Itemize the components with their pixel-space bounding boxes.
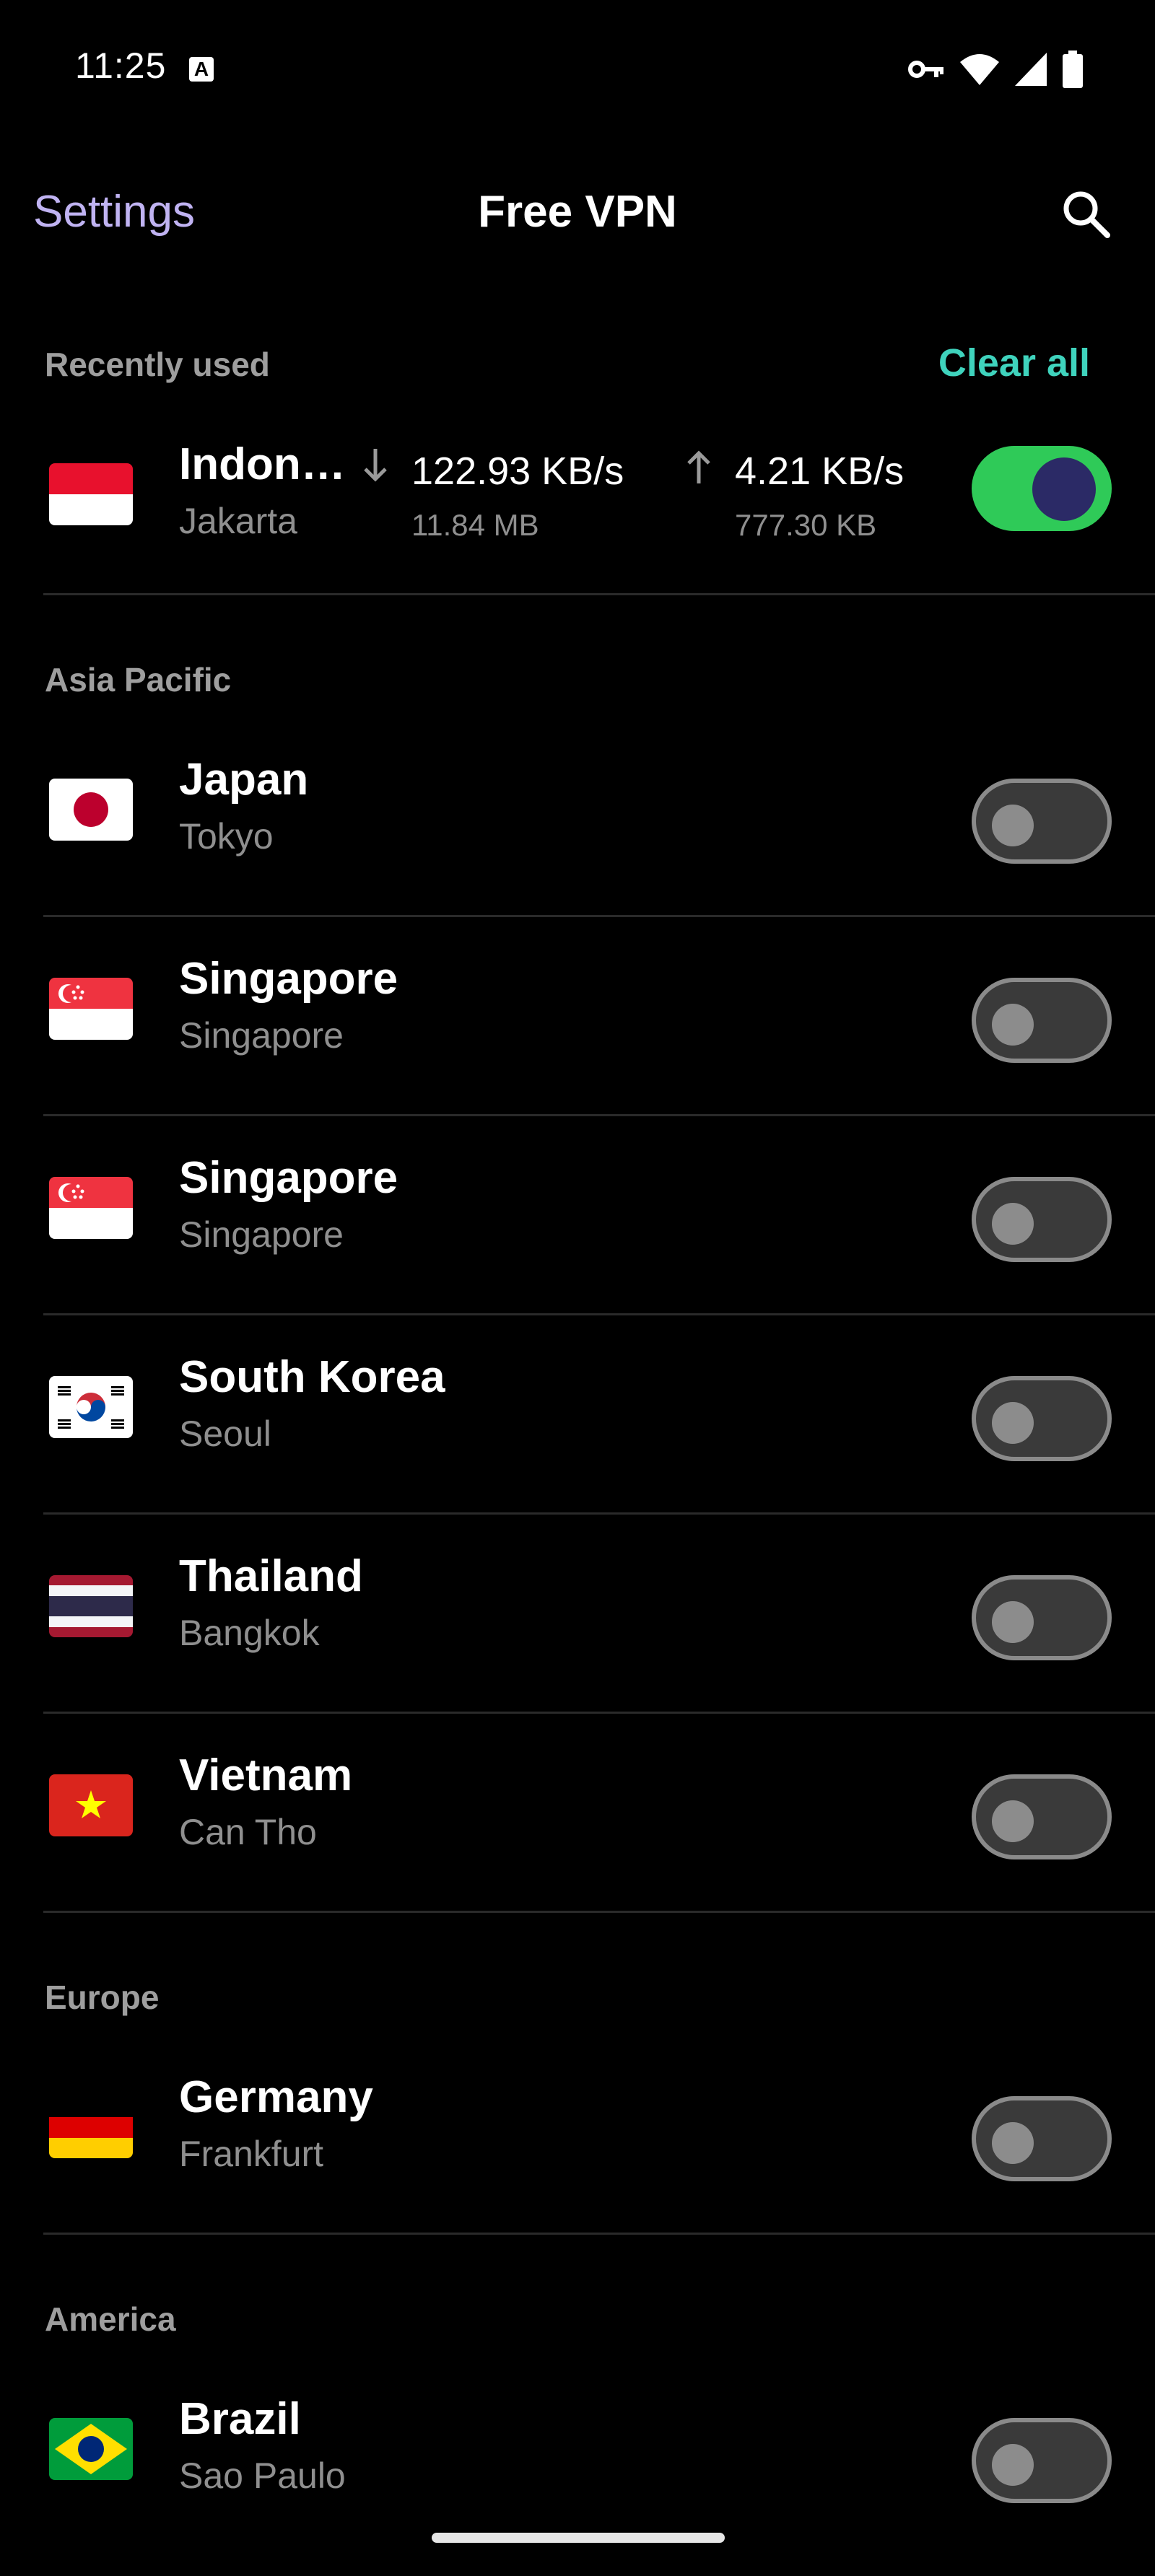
section-header-america: America <box>0 2279 1155 2357</box>
section-header-asia-pacific: Asia Pacific <box>0 640 1155 718</box>
japan-flag-icon <box>49 779 133 841</box>
notification-icon: A <box>189 57 214 82</box>
connection-toggle[interactable] <box>972 1177 1112 1262</box>
country-name: Japan <box>179 755 309 805</box>
toggle-knob <box>992 1402 1034 1444</box>
country-name: Germany <box>179 2072 373 2122</box>
wifi-icon <box>960 54 999 85</box>
server-row-indonesia[interactable]: Indon… Jakarta 122.93 KB/s 11.84 MB 4.21… <box>43 403 1155 595</box>
connection-toggle[interactable] <box>972 446 1112 531</box>
server-row-singapore[interactable]: Singapore Singapore <box>43 1116 1155 1315</box>
city-name: Singapore <box>179 1015 344 1056</box>
section-title: Asia Pacific <box>45 661 232 698</box>
home-indicator[interactable] <box>432 2533 725 2543</box>
server-row-south-korea[interactable]: South Korea Seoul <box>43 1315 1155 1515</box>
city-name: Frankfurt <box>179 2134 324 2174</box>
section-title: Recently used <box>45 346 270 383</box>
vietnam-flag-icon <box>49 1774 133 1836</box>
connection-toggle[interactable] <box>972 779 1112 864</box>
city-name: Can Tho <box>179 1812 317 1852</box>
country-name: Vietnam <box>179 1751 353 1800</box>
toggle-knob <box>992 1004 1034 1046</box>
search-icon <box>1063 191 1110 238</box>
toggle-knob <box>1032 457 1096 521</box>
country-name: Singapore <box>179 954 398 1004</box>
brazil-flag-icon <box>49 2418 133 2480</box>
country-name: Indon… <box>179 439 346 489</box>
thailand-flag-icon <box>49 1575 133 1637</box>
singapore-flag-icon <box>49 1177 133 1239</box>
country-name: South Korea <box>179 1352 445 1402</box>
singapore-flag-icon <box>49 978 133 1040</box>
toggle-knob <box>992 1800 1034 1842</box>
signal-icon <box>1015 53 1047 86</box>
arrow-down-icon <box>364 449 387 482</box>
server-row-germany[interactable]: Germany Frankfurt <box>43 2036 1155 2235</box>
status-icons <box>908 49 1083 89</box>
toggle-knob <box>992 2122 1034 2164</box>
section-title: America <box>45 2300 176 2338</box>
toggle-knob <box>992 1601 1034 1643</box>
indonesia-flag-icon <box>49 463 133 525</box>
germany-flag-icon <box>49 2096 133 2158</box>
upload-rate: 4.21 KB/s <box>735 450 905 493</box>
connection-toggle[interactable] <box>972 2096 1112 2181</box>
section-title: Europe <box>45 1979 160 2016</box>
connection-toggle[interactable] <box>972 2418 1112 2503</box>
clear-all-button[interactable]: Clear all <box>938 341 1090 385</box>
download-rate: 122.93 KB/s <box>411 450 624 493</box>
app-header: Settings Free VPN <box>0 159 1155 274</box>
server-row-singapore[interactable]: Singapore Singapore <box>43 917 1155 1116</box>
south-korea-flag-icon <box>49 1376 133 1438</box>
status-time: 11:25 <box>75 45 167 86</box>
battery-icon <box>1063 51 1083 88</box>
city-name: Tokyo <box>179 816 274 857</box>
download-total: 11.84 MB <box>411 508 539 542</box>
city-name: Jakarta <box>179 501 297 541</box>
city-name: Singapore <box>179 1214 344 1255</box>
country-name: Brazil <box>179 2394 301 2444</box>
connection-toggle[interactable] <box>972 1774 1112 1859</box>
section-header-recent: Recently used Clear all <box>0 325 1155 403</box>
status-bar: 11:25 A <box>0 0 1155 137</box>
server-row-thailand[interactable]: Thailand Bangkok <box>43 1515 1155 1714</box>
connection-toggle[interactable] <box>972 1376 1112 1461</box>
upload-total: 777.30 KB <box>735 508 877 542</box>
connection-toggle[interactable] <box>972 1575 1112 1660</box>
vpn-key-icon <box>908 61 943 78</box>
arrow-up-icon <box>687 450 710 483</box>
city-name: Bangkok <box>179 1613 320 1653</box>
toggle-knob <box>992 805 1034 846</box>
search-button[interactable] <box>1057 185 1115 242</box>
city-name: Sao Paulo <box>179 2455 346 2496</box>
city-name: Seoul <box>179 1414 271 1454</box>
page-title: Free VPN <box>478 187 677 237</box>
connection-toggle[interactable] <box>972 978 1112 1063</box>
server-row-vietnam[interactable]: Vietnam Can Tho <box>43 1714 1155 1913</box>
section-header-europe: Europe <box>0 1958 1155 2036</box>
country-name: Thailand <box>179 1551 363 1601</box>
toggle-knob <box>992 2444 1034 2486</box>
server-list: Recently used Clear all Indon… Jakarta 1… <box>0 325 1155 2511</box>
country-name: Singapore <box>179 1153 398 1203</box>
server-row-brazil[interactable]: Brazil Sao Paulo <box>43 2357 1155 2511</box>
server-row-japan[interactable]: Japan Tokyo <box>43 718 1155 917</box>
toggle-knob <box>992 1203 1034 1245</box>
